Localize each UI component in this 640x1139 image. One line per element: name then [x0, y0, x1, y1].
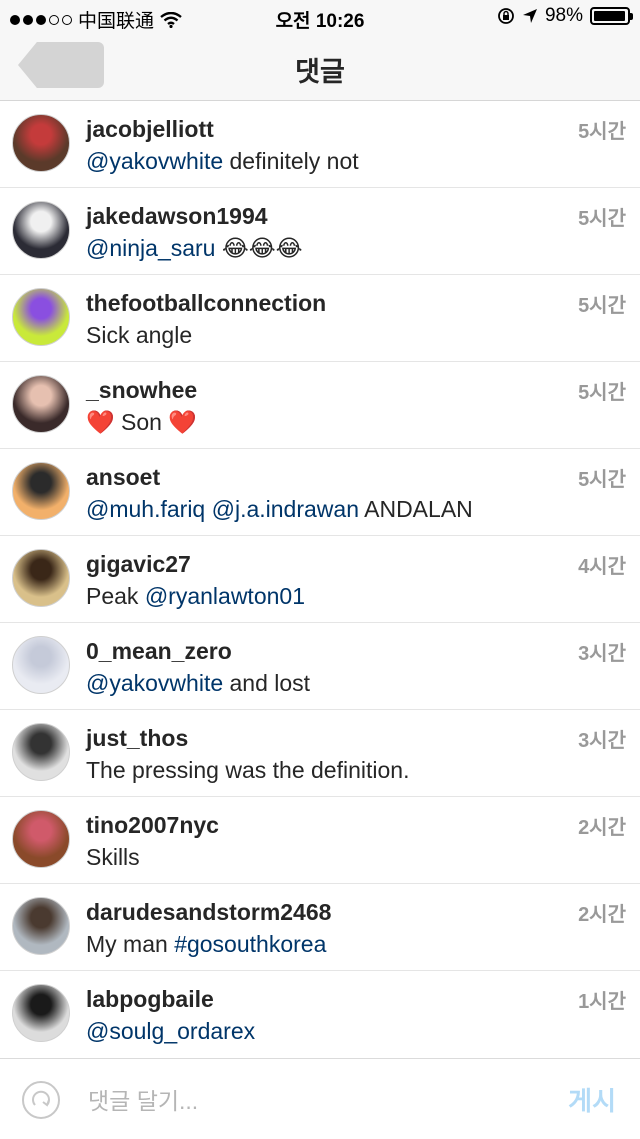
comment-row[interactable]: labpogbaile 1시간 @soulg_ordarex	[0, 971, 640, 1057]
comment-text: Peak @ryanlawton01	[86, 583, 305, 610]
comment-text: @yakovwhite definitely not	[86, 148, 359, 175]
avatar[interactable]	[12, 984, 70, 1042]
comment-list: jacobjelliott 5시간 @yakovwhite definitely n…	[0, 101, 640, 1057]
comment-time: 3시간	[578, 730, 626, 752]
comment-time: 5시간	[578, 295, 626, 317]
page-title: 댓글	[295, 57, 345, 87]
comment-username[interactable]: tino2007nyc	[86, 812, 219, 839]
comment-time: 5시간	[578, 208, 626, 230]
battery-icon	[590, 7, 633, 25]
avatar[interactable]	[12, 723, 70, 781]
avatar[interactable]	[12, 462, 70, 520]
comment-text-part: The pressing was the definition.	[86, 757, 410, 783]
hashtag-link[interactable]: #gosouthkorea	[174, 931, 326, 957]
comment-row[interactable]: thefootballconnection 5시간 Sick angle	[0, 275, 640, 362]
comment-time: 5시간	[578, 382, 626, 404]
comment-row[interactable]: ansoet 5시간 @muh.fariq @j.a.indrawan ANDALA…	[0, 449, 640, 536]
comment-time: 5시간	[578, 121, 626, 143]
mention-link[interactable]: @yakovwhite	[86, 670, 223, 696]
comment-username[interactable]: _snowhee	[86, 377, 197, 404]
orientation-lock-icon	[498, 8, 514, 24]
comment-input[interactable]	[86, 1081, 530, 1121]
comment-username[interactable]: thefootballconnection	[86, 290, 326, 317]
comment-text: Skills	[86, 844, 140, 871]
comment-input-bar: 게시	[0, 1058, 640, 1139]
mention-link[interactable]: @ryanlawton01	[145, 583, 305, 609]
comment-row[interactable]: 0_mean_zero 3시간 @yakovwhite and lost	[0, 623, 640, 710]
comment-row[interactable]: just_thos 3시간 The pressing was the definit…	[0, 710, 640, 797]
comment-text: My man #gosouthkorea	[86, 931, 326, 958]
comment-text-part: ANDALAN	[359, 496, 473, 522]
comment-row[interactable]: jacobjelliott 5시간 @yakovwhite definitely n…	[0, 101, 640, 188]
comment-row[interactable]: jakedawson1994 5시간 @ninja_saru 😂😂😂	[0, 188, 640, 275]
comment-text-part: 😂😂😂	[215, 235, 303, 261]
comment-username[interactable]: darudesandstorm2468	[86, 899, 331, 926]
comment-text: The pressing was the definition.	[86, 757, 409, 784]
mention-link[interactable]: @yakovwhite	[86, 148, 223, 174]
comment-row[interactable]: tino2007nyc 2시간 Skills	[0, 797, 640, 884]
comment-time: 4시간	[578, 556, 626, 578]
mention-link[interactable]: @muh.fariq	[86, 496, 205, 522]
comment-username[interactable]: jakedawson1994	[86, 203, 268, 230]
comment-username[interactable]: labpogbaile	[86, 986, 214, 1013]
comment-text-part: Skills	[86, 844, 140, 870]
post-button[interactable]: 게시	[568, 1081, 616, 1118]
comment-time: 2시간	[578, 817, 626, 839]
comment-time: 1시간	[578, 991, 626, 1013]
status-bar: 中国联通 오전 10:26 98%	[0, 0, 640, 34]
comment-text: @yakovwhite and lost	[86, 670, 310, 697]
comment-username[interactable]: ansoet	[86, 464, 160, 491]
avatar[interactable]	[12, 288, 70, 346]
nav-bar: 댓글	[0, 34, 640, 101]
avatar[interactable]	[12, 549, 70, 607]
avatar[interactable]	[12, 375, 70, 433]
comment-text: @ninja_saru 😂😂😂	[86, 235, 303, 262]
location-arrow-icon	[522, 9, 537, 23]
refresh-icon[interactable]	[22, 1081, 60, 1119]
comment-text-part: My man	[86, 931, 175, 957]
comment-text-part: and lost	[223, 670, 311, 696]
comment-username[interactable]: 0_mean_zero	[86, 638, 232, 665]
comment-time: 2시간	[578, 904, 626, 926]
status-right: 98%	[497, 5, 633, 27]
comment-time: 3시간	[578, 643, 626, 665]
comment-text: ❤️ Son ❤️	[86, 409, 197, 436]
mention-link[interactable]: @soulg_ordarex	[86, 1018, 255, 1044]
comment-time: 5시간	[578, 469, 626, 491]
comment-text-part: definitely not	[223, 148, 359, 174]
avatar[interactable]	[12, 114, 70, 172]
comment-text: @muh.fariq @j.a.indrawan ANDALAN	[86, 496, 473, 523]
avatar[interactable]	[12, 897, 70, 955]
comment-text-part: ❤️ Son ❤️	[86, 409, 197, 435]
comment-text: Sick angle	[86, 322, 192, 349]
comment-row[interactable]: darudesandstorm2468 2시간 My man #gosouthkor…	[0, 884, 640, 971]
battery-percent: 98%	[544, 5, 583, 26]
comment-text-part: Sick angle	[86, 322, 193, 348]
mention-link[interactable]: @ninja_saru	[86, 235, 215, 261]
comment-row[interactable]: _snowhee 5시간 ❤️ Son ❤️	[0, 362, 640, 449]
avatar[interactable]	[12, 636, 70, 694]
avatar[interactable]	[12, 810, 70, 868]
avatar[interactable]	[12, 201, 70, 259]
comment-username[interactable]: gigavic27	[86, 551, 191, 578]
comment-row[interactable]: gigavic27 4시간 Peak @ryanlawton01	[0, 536, 640, 623]
mention-link[interactable]: @j.a.indrawan	[212, 496, 359, 522]
comment-username[interactable]: jacobjelliott	[86, 116, 214, 143]
comment-username[interactable]: just_thos	[86, 725, 188, 752]
comment-text: @soulg_ordarex	[86, 1018, 255, 1045]
comment-text-part: Peak	[86, 583, 145, 609]
